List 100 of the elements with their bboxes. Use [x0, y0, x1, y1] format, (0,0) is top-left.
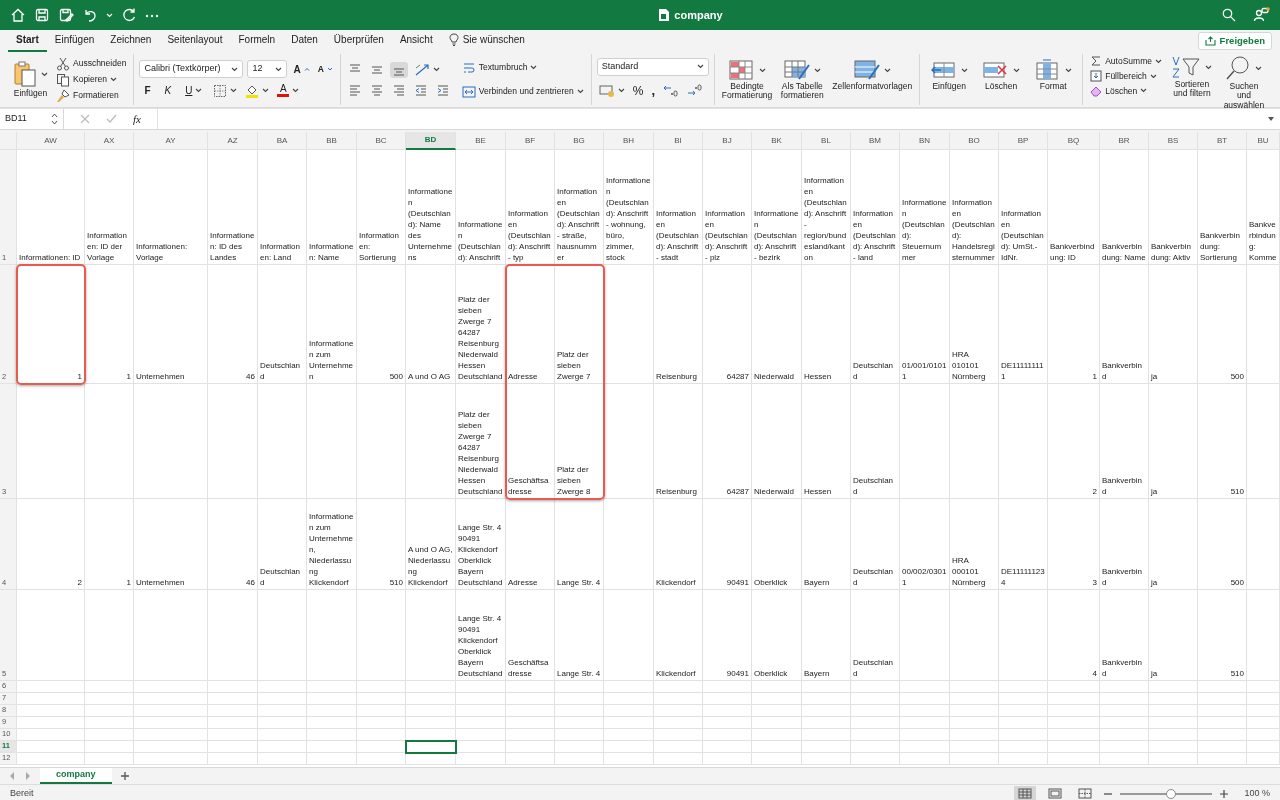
empty-cell[interactable]	[604, 729, 654, 741]
empty-cell[interactable]	[802, 729, 851, 741]
empty-cell[interactable]	[999, 741, 1048, 753]
empty-cell[interactable]	[900, 590, 950, 681]
empty-cell[interactable]	[604, 681, 654, 693]
empty-cell[interactable]	[604, 265, 654, 384]
empty-cell[interactable]	[134, 693, 208, 705]
empty-cell[interactable]	[1247, 590, 1280, 681]
menu-tab[interactable]: Daten	[283, 30, 326, 52]
cells-button[interactable]: Löschen	[977, 58, 1026, 93]
empty-cell[interactable]	[208, 384, 258, 499]
empty-cell[interactable]	[1048, 717, 1100, 729]
empty-cell[interactable]	[208, 705, 258, 717]
empty-cell[interactable]	[307, 753, 357, 765]
empty-cell[interactable]	[950, 741, 999, 753]
empty-cell[interactable]	[900, 705, 950, 717]
empty-cell[interactable]	[851, 681, 900, 693]
empty-cell[interactable]	[900, 717, 950, 729]
empty-cell[interactable]	[1198, 717, 1247, 729]
empty-cell[interactable]	[307, 729, 357, 741]
empty-cell[interactable]	[134, 753, 208, 765]
column-header[interactable]: AX	[85, 132, 134, 150]
empty-cell[interactable]	[703, 717, 752, 729]
tell-me-button[interactable]: Sie wünschen	[440, 30, 533, 52]
empty-cell[interactable]	[85, 590, 134, 681]
empty-cell[interactable]	[1198, 729, 1247, 741]
empty-cell[interactable]	[604, 753, 654, 765]
empty-cell[interactable]	[506, 729, 555, 741]
empty-cell[interactable]	[703, 741, 752, 753]
empty-cell[interactable]	[654, 681, 703, 693]
empty-cell[interactable]	[802, 753, 851, 765]
empty-cell[interactable]	[134, 705, 208, 717]
empty-cell[interactable]	[357, 729, 406, 741]
empty-cell[interactable]	[752, 753, 802, 765]
comma-button[interactable]: ,	[649, 79, 658, 102]
font-name-field[interactable]: Calibri (Textkörper)	[139, 60, 244, 78]
empty-cell[interactable]	[555, 693, 604, 705]
empty-cell[interactable]	[703, 693, 752, 705]
empty-cell[interactable]	[752, 681, 802, 693]
empty-cell[interactable]	[802, 705, 851, 717]
empty-cell[interactable]	[208, 693, 258, 705]
empty-cell[interactable]	[1149, 717, 1198, 729]
sheet-tab[interactable]: company	[40, 768, 112, 784]
function-label[interactable]: fx	[133, 110, 141, 128]
empty-cell[interactable]	[703, 753, 752, 765]
select-all-corner[interactable]	[0, 132, 17, 150]
column-header[interactable]: BN	[900, 132, 950, 150]
empty-cell[interactable]	[1048, 753, 1100, 765]
empty-cell[interactable]	[357, 705, 406, 717]
empty-cell[interactable]	[802, 717, 851, 729]
accounting-button[interactable]	[596, 83, 627, 98]
empty-cell[interactable]	[1247, 753, 1280, 765]
empty-cell[interactable]	[1247, 741, 1280, 753]
menu-tab[interactable]: Überprüfen	[325, 30, 392, 52]
empty-cell[interactable]	[456, 753, 506, 765]
column-header[interactable]: BL	[802, 132, 851, 150]
shrink-font-button[interactable]: A	[315, 61, 335, 77]
empty-cell[interactable]	[85, 705, 134, 717]
empty-cell[interactable]	[851, 729, 900, 741]
empty-cell[interactable]	[555, 705, 604, 717]
empty-cell[interactable]	[1100, 693, 1149, 705]
column-header[interactable]: BG	[555, 132, 604, 150]
empty-cell[interactable]	[258, 590, 307, 681]
empty-cell[interactable]	[1100, 729, 1149, 741]
column-header[interactable]: BF	[506, 132, 555, 150]
empty-cell[interactable]	[1149, 729, 1198, 741]
empty-cell[interactable]	[134, 729, 208, 741]
save-edit-icon[interactable]	[58, 7, 74, 23]
empty-cell[interactable]	[654, 705, 703, 717]
empty-cell[interactable]	[950, 705, 999, 717]
empty-cell[interactable]	[555, 741, 604, 753]
empty-cell[interactable]	[900, 384, 950, 499]
empty-cell[interactable]	[802, 693, 851, 705]
empty-cell[interactable]	[703, 705, 752, 717]
empty-cell[interactable]	[950, 681, 999, 693]
scroll-left-icon[interactable]	[8, 771, 16, 781]
empty-cell[interactable]	[208, 753, 258, 765]
editing-button[interactable]: Sortieren und filtern	[1167, 54, 1216, 100]
empty-cell[interactable]	[456, 729, 506, 741]
column-header[interactable]: AY	[134, 132, 208, 150]
empty-cell[interactable]	[307, 705, 357, 717]
empty-cell[interactable]	[85, 693, 134, 705]
empty-cell[interactable]	[506, 681, 555, 693]
empty-cell[interactable]	[604, 384, 654, 499]
empty-cell[interactable]	[406, 384, 456, 499]
column-header[interactable]: BB	[307, 132, 357, 150]
empty-cell[interactable]	[258, 729, 307, 741]
undo-icon[interactable]	[82, 7, 98, 23]
empty-cell[interactable]	[406, 753, 456, 765]
empty-cell[interactable]	[999, 705, 1048, 717]
paste-button[interactable]: Einfügen	[11, 59, 50, 100]
empty-cell[interactable]	[654, 717, 703, 729]
empty-cell[interactable]	[604, 741, 654, 753]
column-header[interactable]: BJ	[703, 132, 752, 150]
column-header[interactable]: BU	[1247, 132, 1280, 150]
clipboard-button[interactable]: Kopieren	[54, 71, 129, 88]
align-button[interactable]	[389, 61, 408, 78]
empty-cell[interactable]	[258, 384, 307, 499]
cells-button[interactable]: Format	[1029, 58, 1078, 93]
empty-cell[interactable]	[258, 693, 307, 705]
